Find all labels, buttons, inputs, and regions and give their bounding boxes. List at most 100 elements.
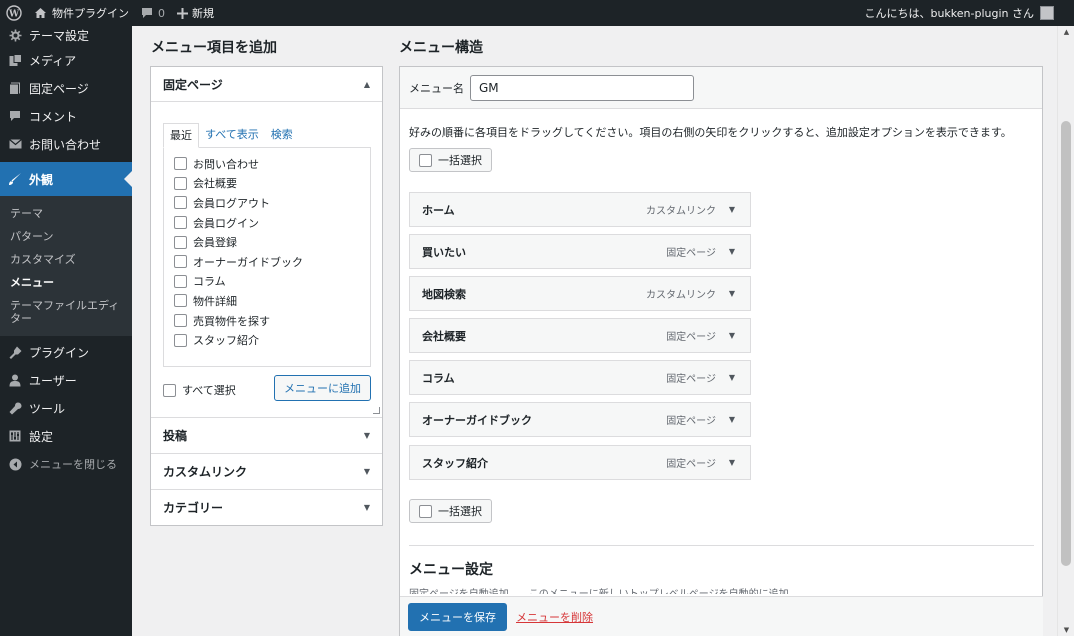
brush-icon [8, 28, 22, 42]
page-option[interactable]: コラム [174, 272, 360, 292]
menu-structure-panel: メニュー名 GM 好みの順番に各項目をドラッグしてください。項目の右側の矢印をク… [399, 66, 1043, 636]
mail-icon [8, 137, 22, 151]
page-checkbox[interactable] [174, 157, 187, 171]
expand-arrow-icon[interactable]: ▼ [726, 247, 738, 256]
page-checkbox[interactable] [174, 255, 187, 269]
media-icon [8, 53, 22, 67]
menu-item-type: 固定ページ [666, 459, 716, 470]
sidebar-item-users[interactable]: ユーザー [0, 366, 132, 394]
site-name-link[interactable]: 物件プラグイン [28, 0, 135, 26]
admin-bar: W 物件プラグイン 0 新規 こんにちは、bukken-plugin さん [0, 0, 1074, 26]
expand-arrow-icon[interactable]: ▼ [726, 289, 738, 298]
divider [409, 545, 1034, 546]
menu-item-type: カスタムリンク [646, 290, 716, 301]
menu-item-type: カスタムリンク [646, 206, 716, 217]
sidebar-item-settings[interactable]: 設定 [0, 422, 132, 450]
submenu-item-menus[interactable]: メニュー [0, 271, 132, 294]
page-checkbox[interactable] [174, 196, 187, 210]
comment-bubble-icon [141, 7, 153, 19]
page-checkbox[interactable] [174, 314, 187, 328]
collapse-menu-button[interactable]: メニューを閉じる [0, 450, 132, 478]
add-to-menu-button[interactable]: メニューに追加 [274, 375, 371, 401]
sidebar-item-theme-settings[interactable]: テーマ設定 [0, 24, 132, 46]
save-menu-button[interactable]: メニューを保存 [408, 602, 507, 631]
submenu-item-patterns[interactable]: パターン [0, 225, 132, 248]
page-option[interactable]: 会員ログイン [174, 213, 360, 233]
sidebar-item-contact[interactable]: お問い合わせ [0, 130, 132, 158]
page-checkbox[interactable] [174, 333, 187, 347]
select-all-option[interactable]: すべて選択 [163, 378, 236, 398]
page-option[interactable]: 会員登録 [174, 232, 360, 252]
sidebar-item-tools[interactable]: ツール [0, 394, 132, 422]
svg-text:W: W [8, 10, 20, 20]
menu-item[interactable]: ホーム カスタムリンク ▼ [409, 192, 751, 227]
page-option[interactable]: 会社概要 [174, 174, 360, 194]
menu-name-input[interactable]: GM [470, 74, 694, 101]
expand-arrow-icon[interactable]: ▼ [726, 458, 738, 467]
menu-item[interactable]: 買いたい 固定ページ ▼ [409, 234, 751, 269]
page-option[interactable]: 売買物件を探す [174, 311, 360, 331]
new-content-link[interactable]: 新規 [171, 0, 220, 26]
main-content: メニュー項目を追加 メニュー構造 固定ページ ▲ 最近 すべて表示 検索 お問い… [132, 26, 1056, 636]
new-label: 新規 [192, 7, 214, 20]
bulk-select-top[interactable]: 一括選択 [409, 148, 492, 172]
delete-menu-link[interactable]: メニューを削除 [516, 609, 593, 625]
expand-arrow-icon[interactable]: ▼ [726, 205, 738, 214]
bulk-select-bottom[interactable]: 一括選択 [409, 499, 492, 523]
sidebar-item-pages[interactable]: 固定ページ [0, 74, 132, 102]
page-scrollbar[interactable]: ▲ ▼ [1057, 26, 1074, 636]
my-account-link[interactable]: こんにちは、bukken-plugin さん [864, 5, 1074, 21]
page-option[interactable]: 物件詳細 [174, 291, 360, 311]
bulk-select-checkbox[interactable] [419, 504, 432, 518]
menu-item-title: 地図検索 [422, 287, 466, 301]
page-option[interactable]: お問い合わせ [174, 154, 360, 174]
sidebar-item-appearance[interactable]: 外観 [0, 162, 132, 196]
sidebar-item-media[interactable]: メディア [0, 46, 132, 74]
page-checkbox[interactable] [174, 176, 187, 190]
page-checkbox[interactable] [174, 235, 187, 249]
sidebar-item-comments[interactable]: コメント [0, 102, 132, 130]
page-option[interactable]: 会員ログアウト [174, 193, 360, 213]
categories-accordion-header[interactable]: カテゴリー ▼ [151, 489, 382, 525]
site-name: 物件プラグイン [52, 7, 129, 20]
expand-arrow-icon[interactable]: ▼ [726, 415, 738, 424]
page-option[interactable]: スタッフ紹介 [174, 330, 360, 350]
scroll-up-icon[interactable]: ▲ [1058, 28, 1074, 36]
tab-view-all[interactable]: すべて表示 [199, 123, 265, 148]
custom-links-accordion-header[interactable]: カスタムリンク ▼ [151, 453, 382, 489]
tab-recent[interactable]: 最近 [163, 123, 199, 148]
select-all-checkbox[interactable] [163, 383, 176, 397]
menu-item-title: 会社概要 [422, 329, 466, 343]
posts-accordion-header[interactable]: 投稿 ▼ [151, 417, 382, 453]
add-items-heading: メニュー項目を追加 [151, 40, 277, 56]
menu-item[interactable]: 地図検索 カスタムリンク ▼ [409, 276, 751, 311]
menu-item[interactable]: スタッフ紹介 固定ページ ▼ [409, 445, 751, 480]
expand-arrow-icon[interactable]: ▼ [726, 373, 738, 382]
pages-accordion-header[interactable]: 固定ページ ▲ [151, 67, 382, 102]
menu-item-type: 固定ページ [666, 416, 716, 427]
comments-link[interactable]: 0 [135, 0, 171, 26]
page-checkbox[interactable] [174, 294, 187, 308]
menu-item[interactable]: オーナーガイドブック 固定ページ ▼ [409, 402, 751, 437]
greeting-text: こんにちは、bukken-plugin さん [864, 7, 1034, 20]
scrollbar-thumb[interactable] [1061, 121, 1071, 566]
page-checkbox[interactable] [174, 216, 187, 230]
pages-checklist: お問い合わせ 会社概要 会員ログアウト 会員ログイン 会員登録 オーナーガイドブ… [163, 147, 371, 367]
wordpress-logo-icon[interactable]: W [0, 0, 28, 26]
submenu-item-customize[interactable]: カスタマイズ [0, 248, 132, 271]
submenu-item-theme-file-editor[interactable]: テーマファイルエディター [0, 294, 132, 330]
resize-handle[interactable] [151, 403, 382, 417]
menu-name-label: メニュー名 [409, 81, 464, 95]
tab-search[interactable]: 検索 [265, 123, 299, 148]
expand-arrow-icon[interactable]: ▼ [726, 331, 738, 340]
submenu-item-themes[interactable]: テーマ [0, 202, 132, 225]
page-option[interactable]: オーナーガイドブック [174, 252, 360, 272]
menu-item[interactable]: 会社概要 固定ページ ▼ [409, 318, 751, 353]
menu-item[interactable]: コラム 固定ページ ▼ [409, 360, 751, 395]
page-checkbox[interactable] [174, 274, 187, 288]
scroll-down-icon[interactable]: ▼ [1058, 626, 1074, 634]
bulk-select-checkbox[interactable] [419, 153, 432, 167]
sidebar-item-plugins[interactable]: プラグイン [0, 338, 132, 366]
collapse-arrow-icon [8, 457, 22, 471]
menu-item-title: コラム [422, 371, 455, 385]
